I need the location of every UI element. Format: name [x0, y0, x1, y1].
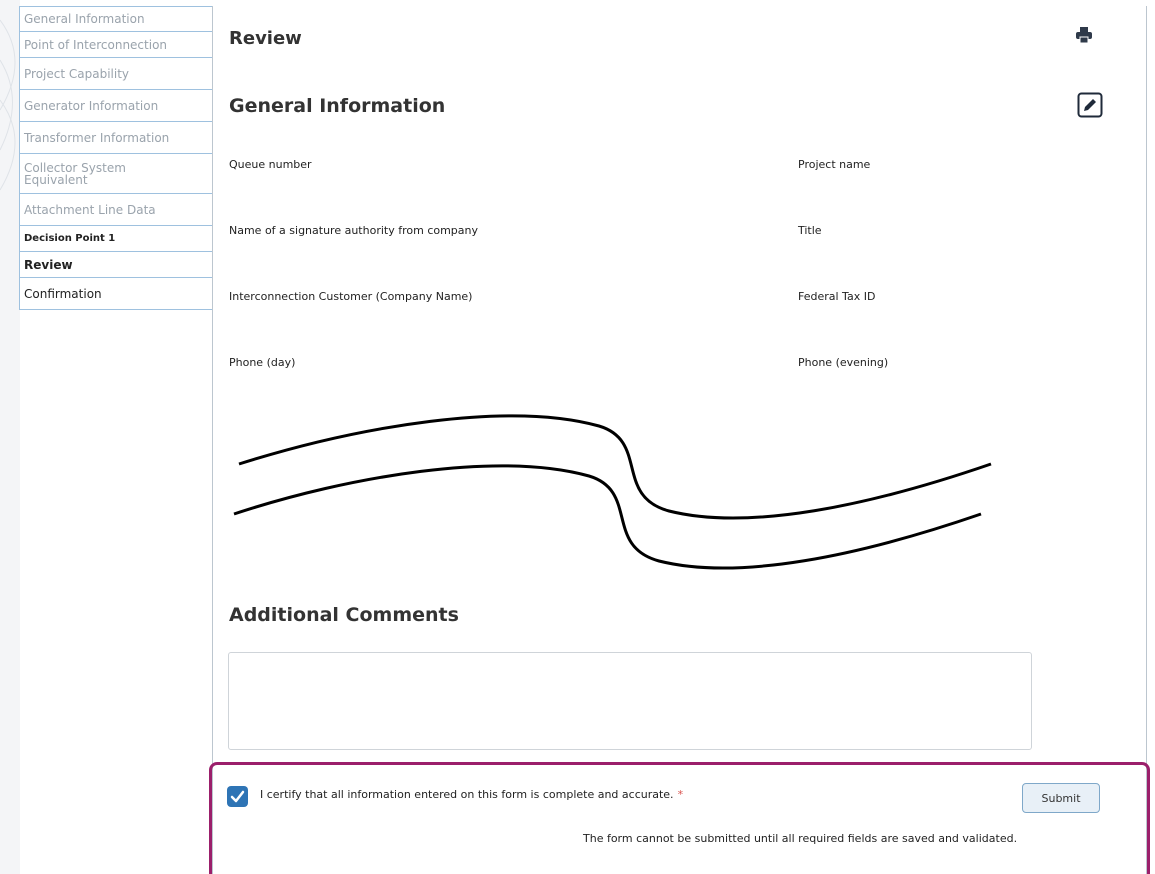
- content-break-marker: [233, 414, 992, 570]
- additional-comments-title: Additional Comments: [229, 604, 459, 626]
- field-project-name-label: Project name: [798, 158, 871, 171]
- nav-item-project-capability[interactable]: Project Capability: [19, 58, 213, 90]
- nav-item-label: Point of Interconnection: [24, 37, 168, 52]
- nav-item-general-information[interactable]: General Information: [19, 6, 213, 32]
- certify-statement-text: I certify that all information entered o…: [260, 788, 674, 801]
- nav-item-label: Transformer Information: [24, 130, 170, 145]
- certify-statement: I certify that all information entered o…: [260, 788, 683, 801]
- nav-item-label: Project Capability: [24, 66, 129, 81]
- nav-item-decision-point-1[interactable]: Decision Point 1: [19, 226, 213, 252]
- section-title-general-information: General Information: [229, 95, 446, 117]
- nav-item-label: Confirmation: [24, 286, 102, 301]
- submit-button[interactable]: Submit: [1022, 783, 1100, 813]
- nav-item-transformer-information[interactable]: Transformer Information: [19, 122, 213, 154]
- review-panel: Review General Information Queue number …: [212, 6, 1147, 874]
- nav-item-label: General Information: [24, 12, 145, 26]
- field-phone-evening-label: Phone (evening): [798, 356, 889, 369]
- field-queue-number-label: Queue number: [229, 158, 312, 171]
- field-title-label: Title: [798, 224, 822, 237]
- nav-item-collector-system-equivalent[interactable]: Collector System Equivalent: [19, 154, 213, 194]
- required-marker: *: [677, 788, 684, 801]
- field-federal-tax-id-label: Federal Tax ID: [798, 290, 876, 303]
- printer-icon[interactable]: [1075, 26, 1093, 44]
- pencil-icon[interactable]: [1077, 92, 1103, 118]
- nav-item-label: Generator Information: [24, 98, 159, 113]
- nav-item-point-of-interconnection[interactable]: Point of Interconnection: [19, 32, 213, 58]
- checkmark-icon: [230, 790, 245, 803]
- field-customer-company-label: Interconnection Customer (Company Name): [229, 290, 473, 303]
- nav-item-label: Attachment Line Data: [24, 202, 156, 217]
- nav-item-review[interactable]: Review: [19, 252, 213, 278]
- nav-item-label: Decision Point 1: [24, 232, 116, 244]
- field-signature-authority-label: Name of a signature authority from compa…: [229, 224, 479, 237]
- page-title: Review: [229, 28, 302, 49]
- certify-highlight-box: [209, 762, 1150, 874]
- nav-item-label: Collector System Equivalent: [24, 160, 126, 187]
- step-navigation: General Information Point of Interconnec…: [19, 6, 213, 310]
- nav-item-label: Review: [24, 257, 73, 272]
- submit-notice: The form cannot be submitted until all r…: [583, 832, 1018, 845]
- nav-item-generator-information[interactable]: Generator Information: [19, 90, 213, 122]
- certify-checkbox[interactable]: [227, 786, 248, 807]
- field-phone-day-label: Phone (day): [229, 356, 296, 369]
- nav-item-confirmation[interactable]: Confirmation: [19, 278, 213, 310]
- nav-item-attachment-line-data[interactable]: Attachment Line Data: [19, 194, 213, 226]
- additional-comments-input[interactable]: [228, 652, 1032, 750]
